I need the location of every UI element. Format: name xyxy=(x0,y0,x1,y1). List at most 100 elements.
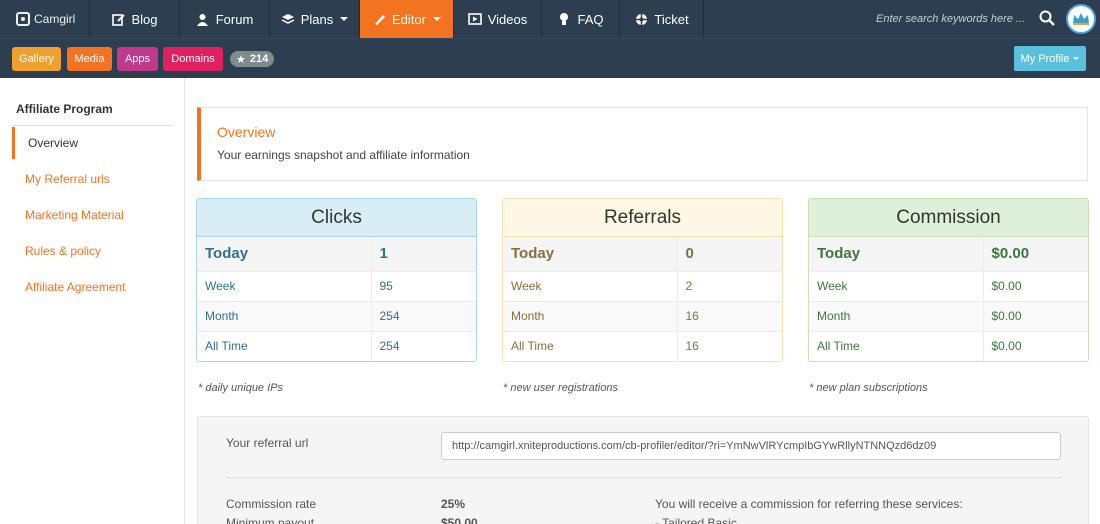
layers-icon xyxy=(281,12,295,26)
row-label: Month xyxy=(503,300,678,331)
chevron-down-icon xyxy=(340,17,349,21)
crown-icon xyxy=(1066,4,1096,34)
row-value: $0.00 xyxy=(983,237,1088,271)
row-value: $0.00 xyxy=(983,300,1088,331)
nav-ticket-label: Ticket xyxy=(654,11,689,27)
clicks-panel-title: Clicks xyxy=(197,199,476,237)
referrals-panel: Referrals Today 0 Week 2 Month 16 All Ti… xyxy=(502,198,783,362)
table-row: Today 0 xyxy=(503,237,782,271)
table-row: Week 2 xyxy=(503,270,782,301)
my-profile-button[interactable]: My Profile xyxy=(1014,46,1086,71)
row-label: Today xyxy=(503,237,678,271)
row-label: All Time xyxy=(503,330,678,361)
sidebar-divider xyxy=(12,125,172,126)
referrals-panel-title: Referrals xyxy=(503,199,782,237)
nav-videos-label: Videos xyxy=(487,11,528,27)
video-icon xyxy=(467,12,482,26)
service-item: - Tailored Basic xyxy=(655,516,737,524)
nav-editor-label: Editor xyxy=(392,11,426,27)
commission-note: * new plan subscriptions xyxy=(809,382,928,394)
sidebar: Affiliate Program Overview My Referral u… xyxy=(0,78,185,524)
sidebar-item-referral-urls[interactable]: My Referral urls xyxy=(12,163,172,195)
page-title: Overview xyxy=(217,124,276,140)
commission-panel-title: Commission xyxy=(809,199,1088,237)
chevron-down-icon xyxy=(1073,57,1080,60)
nav-faq[interactable]: FAQ xyxy=(542,0,620,38)
row-label: Week xyxy=(197,270,372,301)
brand-name: Camgirl xyxy=(34,12,76,26)
nav-faq-label: FAQ xyxy=(577,11,604,27)
commission-rate-label: Commission rate xyxy=(226,497,317,511)
search-icon xyxy=(1039,10,1055,29)
bulb-icon xyxy=(557,12,571,26)
nav-ticket[interactable]: Ticket xyxy=(620,0,704,38)
camgirl-logo-icon xyxy=(16,12,30,26)
star-count-badge[interactable]: ★ 214 xyxy=(230,51,275,67)
table-row: Week $0.00 xyxy=(809,270,1088,301)
table-row: All Time 254 xyxy=(197,330,476,361)
row-value: 254 xyxy=(371,300,476,331)
chevron-down-icon xyxy=(432,17,441,21)
tag-domains[interactable]: Domains xyxy=(163,47,223,71)
nav-editor[interactable]: Editor xyxy=(360,0,454,38)
star-count: 214 xyxy=(249,53,269,65)
sidebar-item-rules-policy[interactable]: Rules & policy xyxy=(12,235,172,267)
table-row: Month 254 xyxy=(197,300,476,331)
page-subtitle: Your earnings snapshot and affiliate inf… xyxy=(217,148,470,162)
search-button[interactable] xyxy=(1032,0,1062,38)
row-value: 16 xyxy=(677,330,782,361)
sidebar-item-marketing-material[interactable]: Marketing Material xyxy=(12,199,172,231)
table-row: Week 95 xyxy=(197,270,476,301)
referrals-table: Today 0 Week 2 Month 16 All Time 16 xyxy=(503,237,782,361)
services-text: You will receive a commission for referr… xyxy=(655,497,963,511)
clicks-note: * daily unique IPs xyxy=(198,382,283,394)
referral-url-value: http://camgirl.xniteproductions.com/cb-p… xyxy=(452,440,937,452)
referral-box: Your referral url http://camgirl.xnitepr… xyxy=(197,416,1089,524)
nav-blog-label: Blog xyxy=(131,11,158,27)
table-row: Month $0.00 xyxy=(809,300,1088,331)
table-row: Month 16 xyxy=(503,300,782,331)
nav-forum-label: Forum xyxy=(215,11,254,27)
row-label: All Time xyxy=(197,330,372,361)
commission-panel: Commission Today $0.00 Week $0.00 Month … xyxy=(808,198,1089,362)
clicks-table: Today 1 Week 95 Month 254 All Time 254 xyxy=(197,237,476,361)
tag-media[interactable]: Media xyxy=(67,47,112,71)
referrals-note: * new user registrations xyxy=(503,382,618,394)
nav-forum[interactable]: Forum xyxy=(180,0,270,38)
row-value: $0.00 xyxy=(983,330,1088,361)
star-icon: ★ xyxy=(236,53,246,66)
lifebuoy-icon xyxy=(634,12,648,26)
table-row: All Time 16 xyxy=(503,330,782,361)
sidebar-title: Affiliate Program xyxy=(16,102,113,116)
tag-gallery[interactable]: Gallery xyxy=(12,47,61,71)
sidebar-item-overview[interactable]: Overview xyxy=(12,127,172,159)
table-row: Today 1 xyxy=(197,237,476,271)
my-profile-label: My Profile xyxy=(1020,52,1070,65)
commission-rate-value: 25% xyxy=(441,497,466,511)
nav-videos[interactable]: Videos xyxy=(454,0,542,38)
row-value: 0 xyxy=(677,237,782,271)
search-input[interactable]: Enter search keywords here ... xyxy=(872,0,1032,38)
referral-url-field[interactable]: http://camgirl.xniteproductions.com/cb-p… xyxy=(441,432,1061,460)
minimum-payout-label: Minimum payout xyxy=(226,516,315,524)
row-label: All Time xyxy=(809,330,984,361)
nav-blog[interactable]: Blog xyxy=(90,0,180,38)
referral-url-label: Your referral url xyxy=(226,436,309,450)
row-label: Week xyxy=(809,270,984,301)
row-value: 1 xyxy=(371,237,476,271)
user-icon xyxy=(196,12,210,26)
referral-divider xyxy=(226,477,1062,478)
sidebar-item-affiliate-agreement[interactable]: Affiliate Agreement xyxy=(12,271,172,303)
tag-apps[interactable]: Apps xyxy=(117,47,158,71)
nav-plans[interactable]: Plans xyxy=(270,0,360,38)
row-label: Today xyxy=(809,237,984,271)
row-label: Month xyxy=(809,300,984,331)
sub-navbar: Gallery Media Apps Domains ★ 214 My Prof… xyxy=(0,38,1100,78)
brand-logo[interactable]: Camgirl xyxy=(0,0,90,38)
avatar[interactable] xyxy=(1062,0,1100,38)
row-value: $0.00 xyxy=(983,270,1088,301)
row-label: Week xyxy=(503,270,678,301)
table-row: All Time $0.00 xyxy=(809,330,1088,361)
row-value: 2 xyxy=(677,270,782,301)
